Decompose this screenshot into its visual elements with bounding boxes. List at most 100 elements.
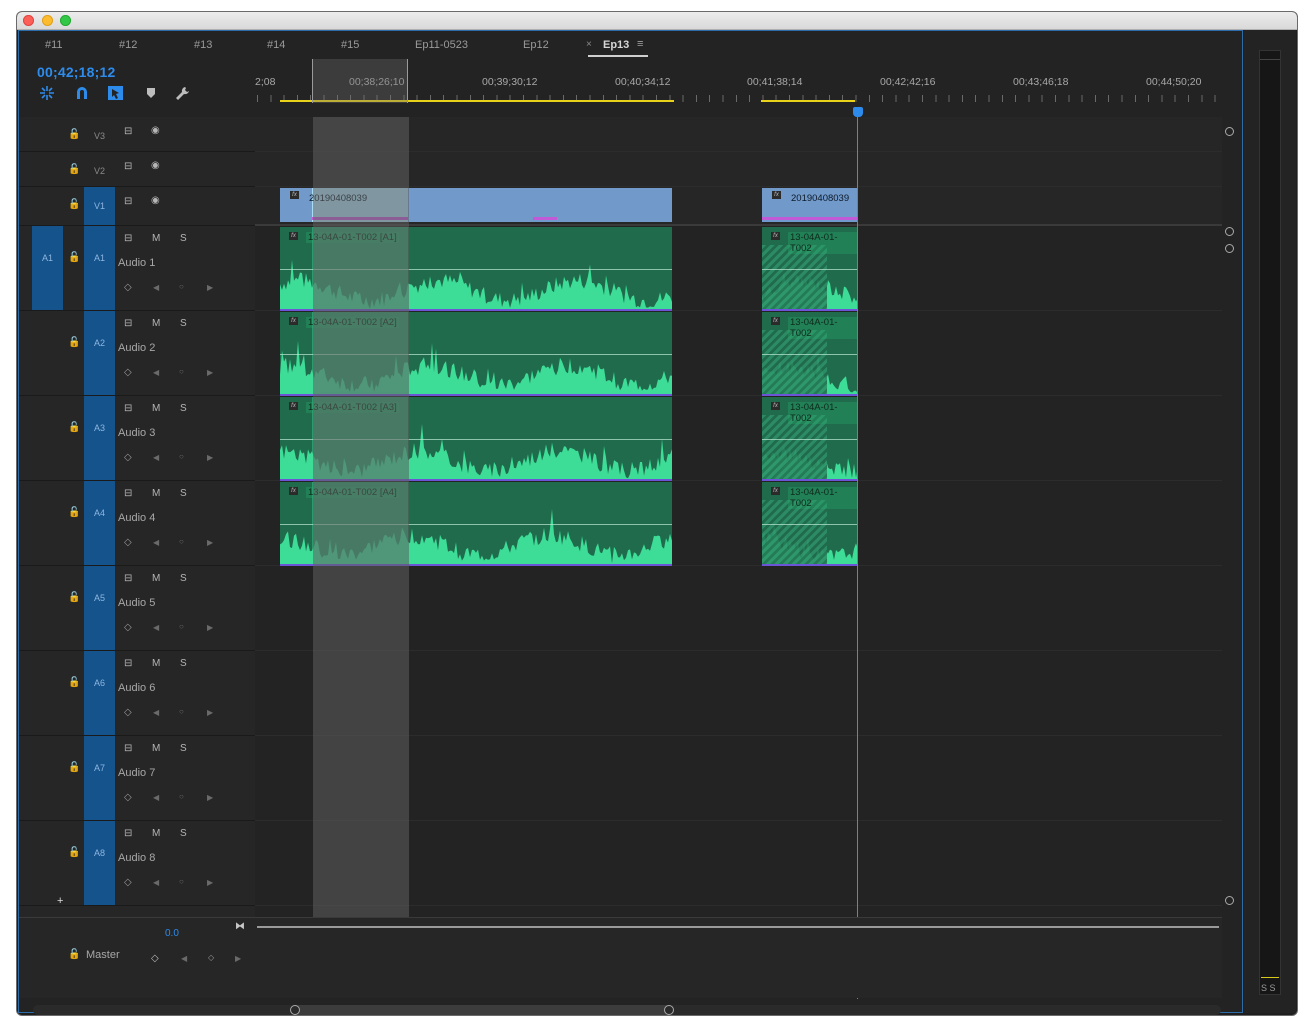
- toggle-sync-icon[interactable]: ⊟: [124, 161, 132, 172]
- track-target-a8[interactable]: A8: [84, 821, 115, 905]
- lock-icon[interactable]: 🔓: [68, 677, 80, 688]
- keyframe-add-icon[interactable]: ◇: [124, 792, 132, 803]
- keyframe-add-icon[interactable]: ◇: [124, 367, 132, 378]
- mute-button[interactable]: M: [152, 828, 160, 839]
- toggle-sync-icon[interactable]: ⊟: [124, 196, 132, 207]
- track-target-a1[interactable]: A1: [84, 226, 115, 310]
- next-keyframe-icon[interactable]: ▶: [207, 623, 213, 632]
- tab-ep12[interactable]: Ep12: [523, 39, 549, 51]
- keyframe-dot-icon[interactable]: ○: [179, 877, 184, 886]
- playhead-timecode[interactable]: 00;42;18;12: [37, 64, 115, 80]
- eye-icon[interactable]: ◉: [151, 125, 160, 136]
- snap-magnet-icon[interactable]: [74, 85, 90, 101]
- track-target-v1[interactable]: V1: [84, 187, 115, 225]
- next-keyframe-icon[interactable]: ▶: [235, 954, 241, 963]
- toggle-sync-icon[interactable]: ⊟: [124, 233, 132, 244]
- toggle-sync-icon[interactable]: ⊟: [124, 743, 132, 754]
- tab-15[interactable]: #15: [341, 39, 359, 51]
- next-keyframe-icon[interactable]: ▶: [207, 793, 213, 802]
- scroll-handle[interactable]: [1225, 227, 1234, 236]
- keyframe-dot-icon[interactable]: ○: [179, 367, 184, 376]
- keyframe-dot-icon[interactable]: ○: [179, 282, 184, 291]
- scroll-handle[interactable]: [290, 1005, 300, 1015]
- solo-button[interactable]: S: [180, 743, 187, 754]
- solo-button[interactable]: S: [180, 233, 187, 244]
- keyframe-add-icon[interactable]: ◇: [124, 707, 132, 718]
- volume-line[interactable]: [762, 439, 858, 440]
- prev-keyframe-icon[interactable]: ◀: [153, 793, 159, 802]
- toggle-sync-icon[interactable]: ⊟: [124, 828, 132, 839]
- audio-clip[interactable]: fx 13-04A-01-T002: [762, 312, 858, 396]
- collapse-icon[interactable]: ⧓: [235, 921, 245, 932]
- tab-ep13[interactable]: Ep13: [603, 39, 629, 51]
- audio-clip[interactable]: fx 13-04A-01-T002: [762, 397, 858, 481]
- volume-line[interactable]: [762, 269, 858, 270]
- track-target-a6[interactable]: A6: [84, 651, 115, 735]
- next-keyframe-icon[interactable]: ▶: [207, 878, 213, 887]
- toggle-sync-icon[interactable]: ⊟: [124, 126, 132, 137]
- solo-button[interactable]: S: [180, 488, 187, 499]
- eye-icon[interactable]: ◉: [151, 195, 160, 206]
- lock-icon[interactable]: 🔓: [68, 847, 80, 858]
- volume-line[interactable]: [762, 524, 858, 525]
- scroll-handle[interactable]: [1225, 244, 1234, 253]
- scroll-handle[interactable]: [1225, 127, 1234, 136]
- next-keyframe-icon[interactable]: ▶: [207, 538, 213, 547]
- next-keyframe-icon[interactable]: ▶: [207, 368, 213, 377]
- close-window-button[interactable]: [23, 15, 34, 26]
- tab-close-icon[interactable]: ×: [586, 39, 592, 50]
- lock-icon[interactable]: 🔓: [68, 592, 80, 603]
- scroll-handle[interactable]: [1225, 896, 1234, 905]
- track-target-a2[interactable]: A2: [84, 311, 115, 395]
- track-target-a7[interactable]: A7: [84, 736, 115, 820]
- next-keyframe-icon[interactable]: ▶: [207, 283, 213, 292]
- horizontal-scrollbar[interactable]: [33, 1005, 1221, 1015]
- keyframe-dot-icon[interactable]: ○: [179, 707, 184, 716]
- master-volume-value[interactable]: 0.0: [165, 928, 179, 939]
- keyframe-add-icon[interactable]: ◇: [124, 452, 132, 463]
- scroll-thumb[interactable]: [295, 1005, 669, 1015]
- minimize-window-button[interactable]: [42, 15, 53, 26]
- add-marker-icon[interactable]: [145, 85, 157, 101]
- keyframe-dot-icon[interactable]: ○: [179, 792, 184, 801]
- mute-button[interactable]: M: [152, 743, 160, 754]
- lock-icon[interactable]: 🔓: [68, 252, 80, 263]
- work-area-bar[interactable]: [761, 100, 855, 102]
- prev-keyframe-icon[interactable]: ◀: [153, 283, 159, 292]
- tab-11[interactable]: #11: [45, 39, 63, 51]
- toggle-sync-icon[interactable]: ⊟: [124, 318, 132, 329]
- video-clip[interactable]: fx 20190408039: [762, 188, 858, 222]
- lock-icon[interactable]: 🔓: [68, 164, 80, 175]
- prev-keyframe-icon[interactable]: ◀: [181, 954, 187, 963]
- prev-keyframe-icon[interactable]: ◀: [153, 368, 159, 377]
- timeline-tracks[interactable]: fx 20190408039 fx 20190408039 fx 13-04A-0…: [255, 117, 1222, 997]
- in-out-range[interactable]: [312, 59, 408, 103]
- vertical-scrollbar[interactable]: [1222, 117, 1242, 997]
- solo-buttons[interactable]: S S: [1261, 983, 1276, 993]
- keyframe-dot-icon[interactable]: ○: [179, 452, 184, 461]
- audio-clip[interactable]: fx 13-04A-01-T002: [762, 482, 858, 566]
- playhead-line[interactable]: [857, 109, 858, 999]
- mute-button[interactable]: M: [152, 658, 160, 669]
- track-target-a4[interactable]: A4: [84, 481, 115, 565]
- lock-icon[interactable]: 🔓: [68, 199, 80, 210]
- lock-icon[interactable]: 🔓: [68, 422, 80, 433]
- prev-keyframe-icon[interactable]: ◀: [153, 623, 159, 632]
- keyframe-dot-icon[interactable]: ○: [179, 622, 184, 631]
- solo-button[interactable]: S: [180, 828, 187, 839]
- audio-clip[interactable]: fx 13-04A-01-T002: [762, 227, 858, 311]
- toggle-sync-icon[interactable]: ⊟: [124, 488, 132, 499]
- wrench-settings-icon[interactable]: [175, 85, 191, 101]
- mute-button[interactable]: M: [152, 573, 160, 584]
- next-keyframe-icon[interactable]: ▶: [207, 453, 213, 462]
- track-target-a3[interactable]: A3: [84, 396, 115, 480]
- tab-14[interactable]: #14: [267, 39, 285, 51]
- track-target-a5[interactable]: A5: [84, 566, 115, 650]
- toggle-sync-icon[interactable]: ⊟: [124, 573, 132, 584]
- prev-keyframe-icon[interactable]: ◀: [153, 708, 159, 717]
- solo-button[interactable]: S: [180, 318, 187, 329]
- lock-icon[interactable]: 🔓: [68, 949, 80, 960]
- panel-menu-icon[interactable]: ≡: [637, 38, 643, 50]
- lock-icon[interactable]: 🔓: [68, 337, 80, 348]
- add-track-icon[interactable]: +: [57, 895, 63, 907]
